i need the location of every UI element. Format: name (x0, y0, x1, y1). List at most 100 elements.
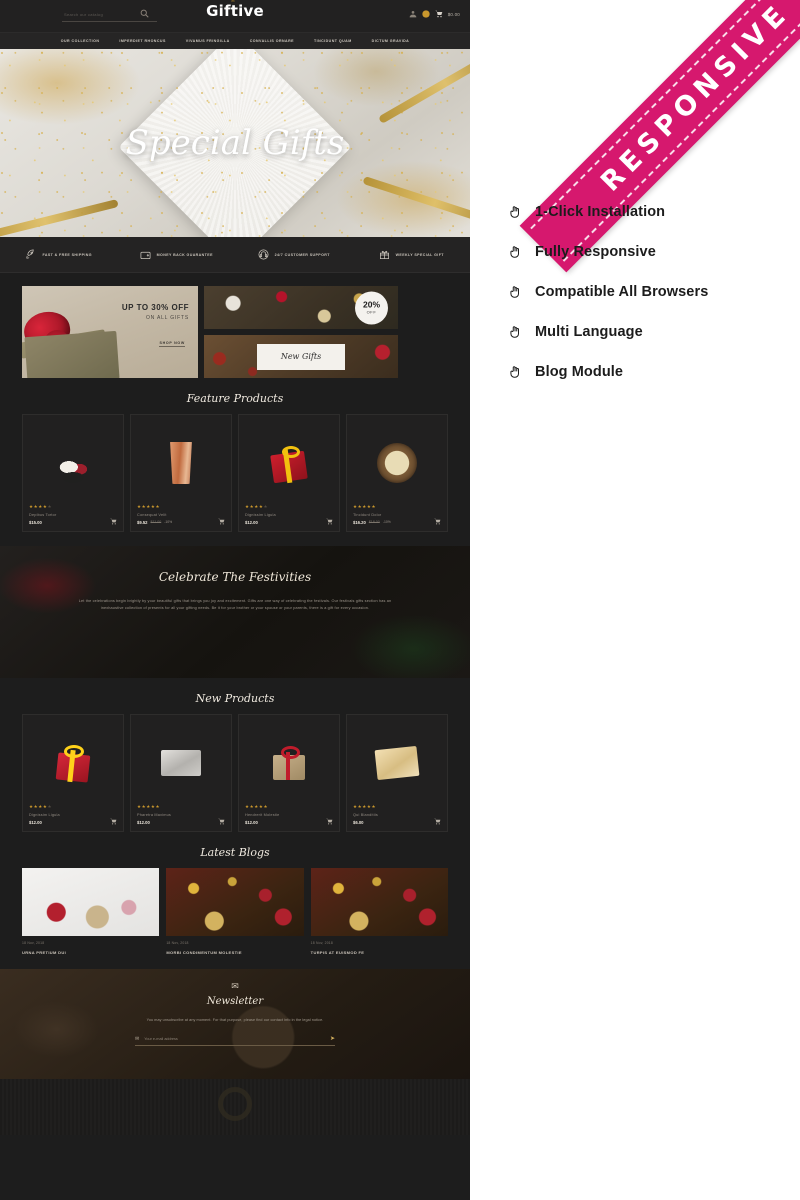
nav-item-5[interactable]: DICTUM GRAVIDA (372, 39, 410, 43)
gear-icon[interactable] (422, 10, 430, 18)
festivities-title: Celebrate The Festivities (158, 570, 312, 584)
feature-label: Fully Responsive (535, 244, 656, 260)
new-products-title: New Products (195, 692, 275, 705)
product-image (29, 421, 117, 505)
add-to-cart-icon[interactable] (218, 518, 225, 525)
wreath-decor (218, 1087, 252, 1121)
product-name: Qui Blanditiis (353, 812, 378, 817)
site-logo[interactable]: ♕ Giftive (206, 0, 264, 20)
blog-date: 18 Nov, 2018 (22, 941, 45, 945)
product-price: $9.52 (137, 519, 148, 525)
product-image (137, 721, 225, 805)
cart-total: $0.00 (447, 11, 460, 17)
blog-card[interactable]: 18 Nov, 2018 URNA PRETIUM DUI (22, 868, 160, 955)
newsletter-email-input[interactable]: Your e-mail address (144, 1037, 325, 1041)
rating-stars: ★★★★★ (29, 804, 53, 809)
product-name: Depibus Tortor (29, 512, 57, 517)
shop-now-button[interactable]: SHOP NOW (159, 341, 185, 347)
price-row: $16.20 $18.00 -10% (353, 520, 441, 525)
product-card[interactable]: ★★★★★ Pharetra Maximus $12.00 (130, 714, 232, 832)
feature-label: 1-Click Installation (535, 204, 666, 220)
content-band: UP TO 30% OFF ON ALL GIFTS SHOP NOW 20% … (0, 273, 470, 532)
promo-row: UP TO 30% OFF ON ALL GIFTS SHOP NOW 20% … (22, 273, 448, 378)
services-strip: FAST & FREE SHIPPING MONEY BACK GUARANTE… (0, 237, 470, 273)
search-icon[interactable] (140, 9, 149, 18)
product-card[interactable]: ★★★★★ Consequat Velit $9.52 $11.00 -10% (130, 414, 232, 532)
promo-banner-main[interactable]: UP TO 30% OFF ON ALL GIFTS SHOP NOW (22, 286, 198, 378)
promo-banner-new-gifts[interactable]: New Gifts (204, 335, 398, 378)
blog-card[interactable]: 18 Nov, 2018 TURPIS AT EUISMOD FE (310, 868, 448, 955)
nav-item-4[interactable]: TINCIDUNT QUAM (314, 39, 352, 43)
latest-blogs-title: Latest Blogs (200, 846, 270, 859)
blog-date: 18 Nov, 2018 (166, 941, 189, 945)
envelope-icon: ✉ (231, 981, 239, 991)
add-to-cart-icon[interactable] (110, 818, 117, 825)
discount-sub: OFF (366, 309, 377, 315)
blog-thumbnail (22, 868, 160, 936)
screenshot-stage: Search our catalog ♕ Giftive $0.00 OUR C… (0, 0, 800, 1200)
red-gift-art (269, 445, 309, 484)
product-old-price: $18.00 (368, 520, 380, 524)
send-icon[interactable]: ➤ (330, 1035, 335, 1042)
festivities-body: Let the celebrations begin brightly by y… (78, 599, 392, 610)
product-card[interactable]: ★★★★★ Tincidunt Dolor $16.20 $18.00 -10% (346, 414, 448, 532)
blog-title[interactable]: URNA PRETIUM DUI (22, 950, 159, 955)
product-discount: -10% (382, 520, 391, 524)
product-name: Dignissim Ligula (29, 812, 60, 817)
add-to-cart-icon[interactable] (326, 818, 333, 825)
service-item-special-gift: WEEKLY SPECIAL GIFT (353, 249, 471, 260)
silver-box-art (161, 750, 201, 776)
product-card[interactable]: ★★★★★ Dignissim Ligula $12.00 (238, 414, 340, 532)
gift-box-decor (24, 330, 120, 378)
product-name: Hendrerit Molestie (245, 812, 280, 817)
add-to-cart-icon[interactable] (110, 518, 117, 525)
newsletter-form: ✉ Your e-mail address ➤ (135, 1035, 335, 1046)
add-to-cart-icon[interactable] (434, 518, 441, 525)
product-card[interactable]: ★★★★★ Hendrerit Molestie $12.00 (238, 714, 340, 832)
hand-pointer-icon (508, 205, 522, 219)
discount-number: 20% (362, 299, 380, 310)
nav-item-0[interactable]: OUR COLLECTION (61, 39, 100, 43)
headset-icon (258, 249, 269, 260)
service-item-support: 24/7 CUSTOMER SUPPORT (235, 249, 353, 260)
product-card[interactable]: ★★★★★ Qui Blanditiis $6.00 (346, 714, 448, 832)
feature-label: Multi Language (535, 324, 643, 340)
header-actions: $0.00 (409, 10, 460, 18)
product-old-price: $11.00 (150, 520, 162, 524)
add-to-cart-icon[interactable] (218, 818, 225, 825)
product-price: $16.20 (353, 519, 366, 525)
product-name: Dignissim Ligula (245, 512, 276, 517)
cart-icon[interactable] (435, 10, 443, 18)
rating-stars: ★★★★★ (353, 504, 377, 509)
service-item-shipping: FAST & FREE SHIPPING (0, 249, 118, 260)
service-label: FAST & FREE SHIPPING (42, 252, 93, 257)
add-to-cart-icon[interactable] (434, 818, 441, 825)
promo-banner-discount[interactable]: 20% OFF (204, 286, 398, 329)
feature-item-blog-module: Blog Module (508, 352, 788, 392)
hand-pointer-icon (508, 365, 522, 379)
rating-stars: ★★★★★ (137, 504, 161, 509)
promo-subline: ON ALL GIFTS (145, 315, 189, 321)
product-card[interactable]: ★★★★★ Depibus Tortor $15.00 (22, 414, 124, 532)
blog-card[interactable]: 18 Nov, 2018 MORBI CONDIMENTUM MOLESTIE (166, 868, 304, 955)
nav-item-1[interactable]: IMPERDIET RHONCUS (119, 39, 165, 43)
service-label: 24/7 CUSTOMER SUPPORT (274, 252, 330, 257)
user-icon[interactable] (409, 10, 417, 18)
feature-label: Compatible All Browsers (535, 284, 709, 300)
product-discount: -10% (164, 520, 173, 524)
responsive-ribbon-label: RESPONSIVE (594, 0, 796, 198)
product-price: $12.00 (29, 819, 42, 825)
price-row: $15.00 (29, 520, 117, 525)
feature-products-title: Feature Products (186, 392, 284, 405)
add-to-cart-icon[interactable] (326, 518, 333, 525)
blog-thumbnail (166, 868, 304, 936)
gift-icon (379, 249, 390, 260)
hero-title: Special Gifts (125, 123, 345, 163)
nav-item-2[interactable]: VIVAMUS FRINGILLA (186, 39, 230, 43)
product-card[interactable]: ★★★★★ Dignissim Ligula $12.00 (22, 714, 124, 832)
blog-title[interactable]: MORBI CONDIMENTUM MOLESTIE (166, 950, 303, 955)
blog-title[interactable]: TURPIS AT EUISMOD FE (311, 950, 448, 955)
hand-pointer-icon (508, 245, 522, 259)
promo-headline: UP TO 30% OFF (121, 303, 189, 312)
nav-item-3[interactable]: CONVALLIS ORNARE (250, 39, 294, 43)
